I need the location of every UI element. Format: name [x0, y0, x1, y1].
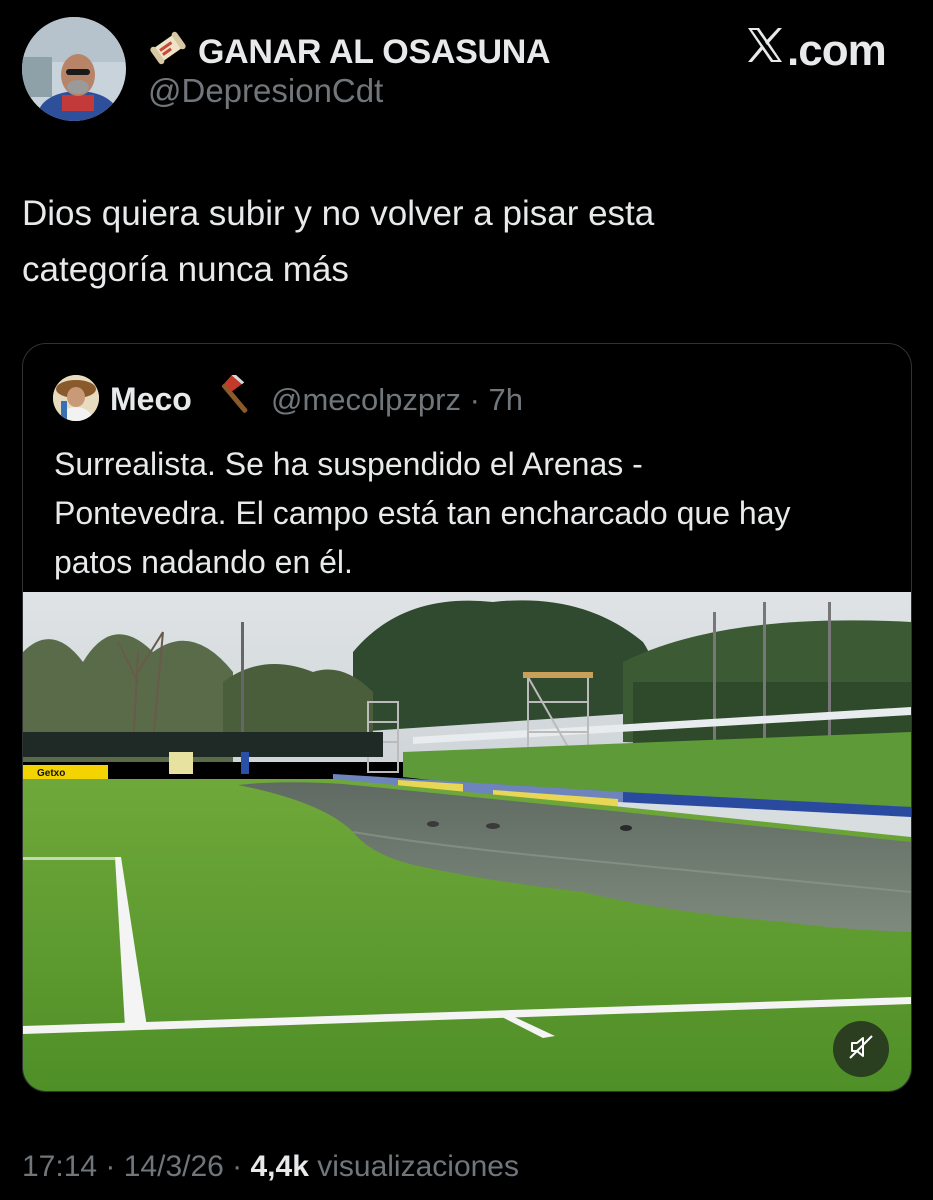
mute-button[interactable]	[833, 1021, 889, 1077]
speaker-muted-icon	[847, 1033, 875, 1066]
quote-author-name[interactable]: Meco	[110, 381, 192, 418]
quote-text-line: patos nadando en él.	[54, 544, 353, 580]
tweet-time-date[interactable]: 17:14 · 14/3/26 ·	[22, 1150, 251, 1183]
author-name-text: GANAR AL OSASUNA	[198, 33, 551, 71]
author-name[interactable]: GANAR AL OSASUNA	[148, 28, 551, 77]
views-label: visualizaciones	[308, 1150, 519, 1183]
flooded-pitch-image: Getxo	[23, 592, 911, 1091]
scroll-emoji-icon	[148, 28, 188, 77]
views-count: 4,4k	[250, 1150, 309, 1183]
quote-text-line: Pontevedra. El campo está tan encharcado…	[54, 495, 791, 531]
quote-author-avatar[interactable]	[53, 375, 99, 421]
author-handle[interactable]: @DepresionCdt	[148, 72, 383, 110]
tweet-text-line: categoría nunca más	[22, 250, 349, 289]
tweet-text-line: Dios quiera subir y no volver a pisar es…	[22, 194, 655, 233]
x-logo-text: .com	[787, 25, 887, 75]
flooded-pitch-video[interactable]: Getxo	[23, 592, 911, 1091]
quote-author-handle-time[interactable]: @mecolpzprz · 7h	[271, 382, 523, 418]
x-logo[interactable]: .com	[745, 25, 887, 76]
quoted-tweet-card[interactable]: Meco @mecolpzprz · 7h Surrealista. Se ha…	[22, 343, 912, 1092]
author-avatar[interactable]	[22, 17, 126, 121]
axe-emoji-icon	[211, 372, 255, 424]
tweet-text: Dios quiera subir y no volver a pisar es…	[22, 186, 902, 298]
tweet-meta: 17:14 · 14/3/26 · 4,4k visualizaciones	[22, 1150, 519, 1184]
x-icon	[745, 25, 787, 76]
quote-text: Surrealista. Se ha suspendido el Arenas …	[54, 440, 894, 587]
quote-text-line: Surrealista. Se ha suspendido el Arenas …	[54, 446, 643, 482]
ad-board-text: Getxo	[37, 768, 65, 779]
